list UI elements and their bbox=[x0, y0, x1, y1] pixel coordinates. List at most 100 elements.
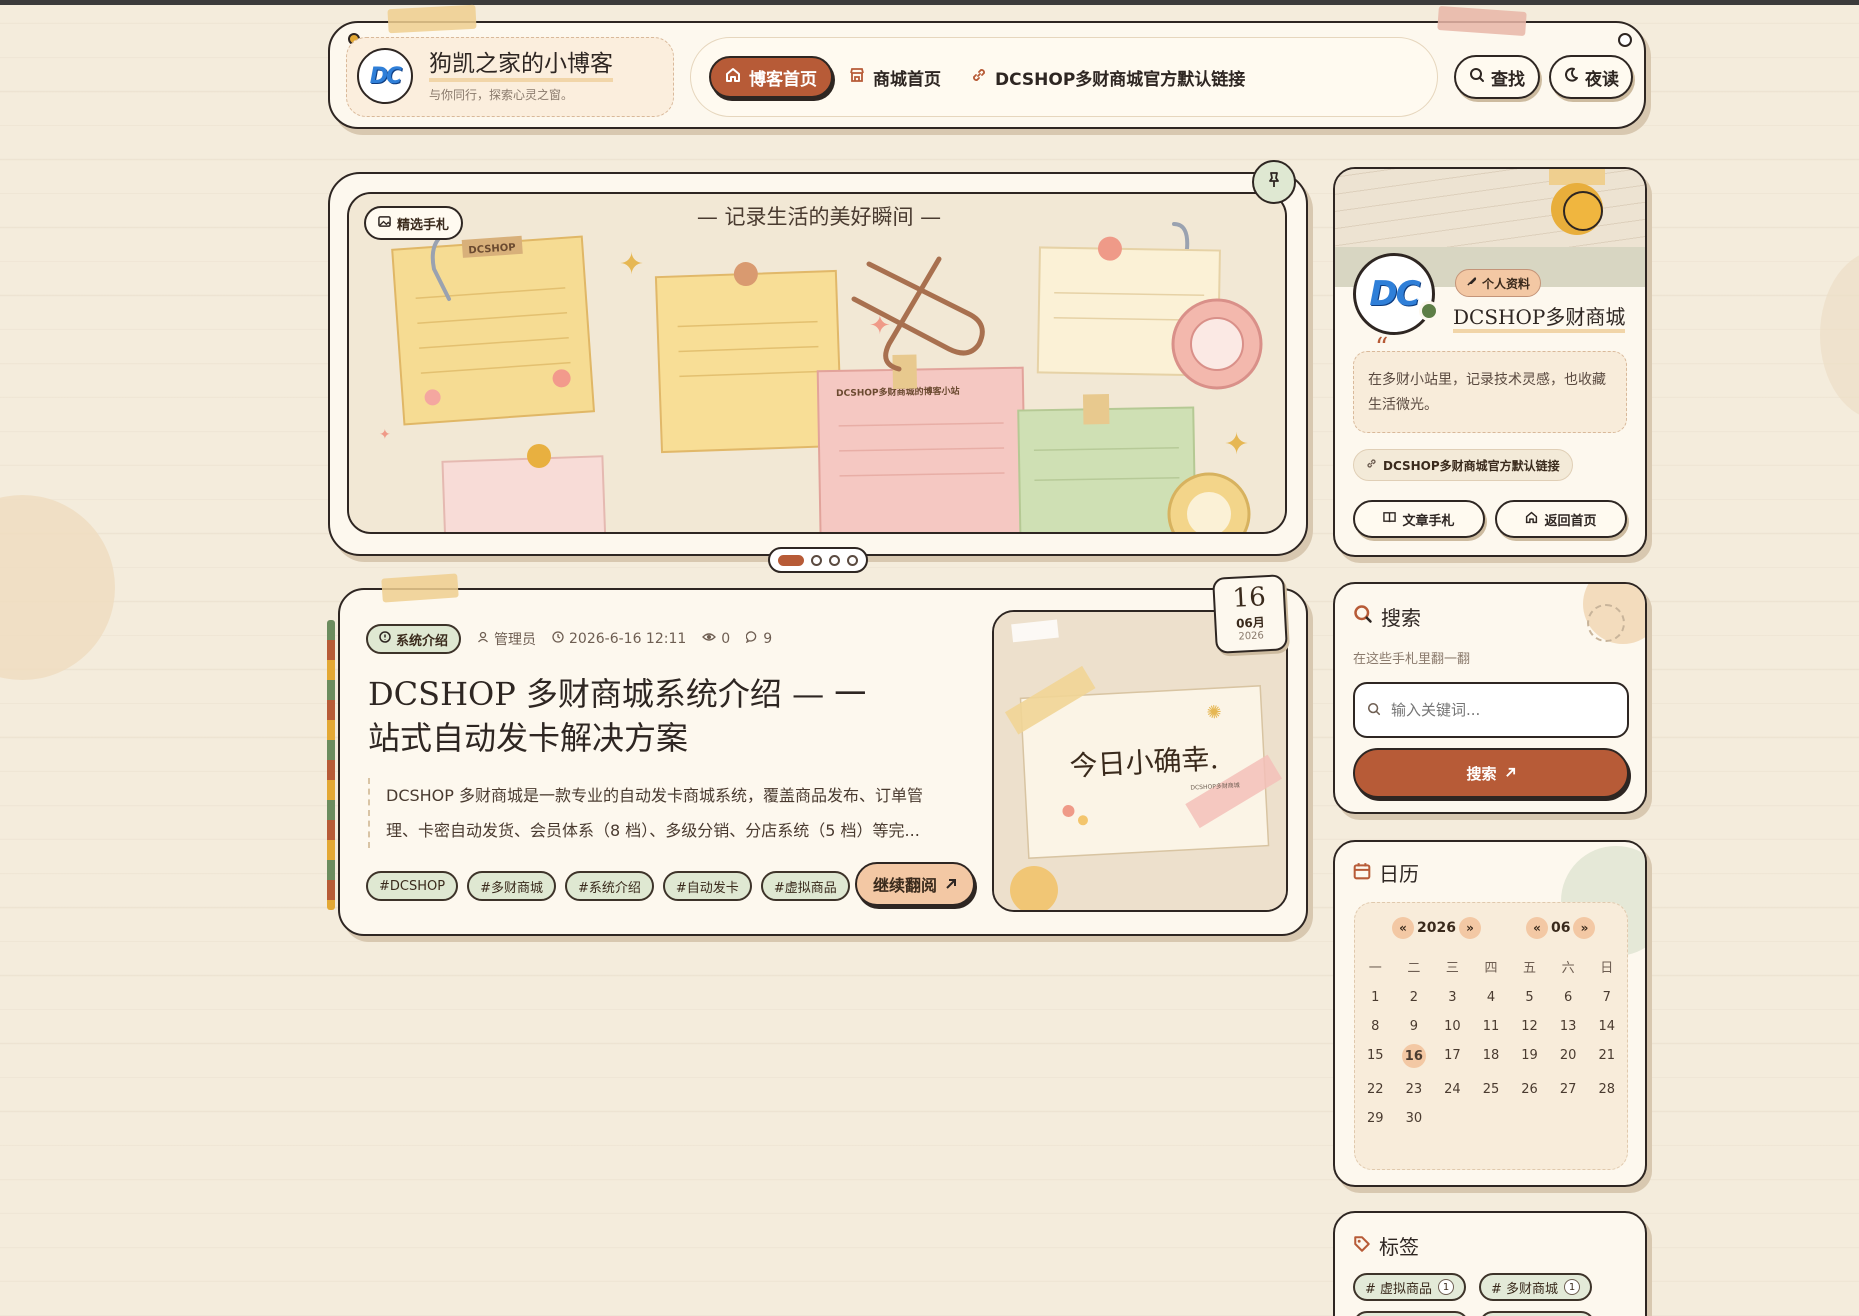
calendar-day[interactable]: 19 bbox=[1510, 1048, 1549, 1068]
svg-text:✺: ✺ bbox=[1206, 702, 1222, 724]
calendar-day[interactable]: 1 bbox=[1356, 990, 1395, 1005]
calendar-day[interactable]: 20 bbox=[1549, 1048, 1588, 1068]
calendar-day[interactable]: 17 bbox=[1433, 1048, 1472, 1068]
back-home-button[interactable]: 返回首页 bbox=[1495, 500, 1627, 538]
tag-icon bbox=[1353, 1234, 1371, 1258]
calendar-day-number: 19 bbox=[1521, 1048, 1538, 1063]
scrapbook-illustration: DCSHOP DCSHOP多财商城的博客小站 ✦ ✦ ✦ ✦ — 记录生活的美好… bbox=[349, 194, 1285, 532]
date-year: 2026 bbox=[1238, 630, 1265, 643]
post-title[interactable]: DCSHOP 多财商城系统介绍 — 一 站式自动发卡解决方案 bbox=[368, 672, 866, 760]
post-tag[interactable]: #虚拟商品 bbox=[760, 871, 850, 901]
site-brand[interactable]: DC 狗凯之家的小博客 与你同行，探索心灵之窗。 bbox=[346, 37, 674, 117]
read-more-label: 继续翻阅 bbox=[873, 876, 938, 895]
calendar-day[interactable]: 23 bbox=[1395, 1082, 1434, 1097]
calendar-day[interactable]: 24 bbox=[1433, 1082, 1472, 1097]
comment-icon bbox=[745, 631, 758, 647]
profile-card: DC 个人资料 DCSHOP多财商城 “ 在多财小站里，记录技术灵感，也收藏 生… bbox=[1333, 167, 1647, 557]
calendar-day-number: 8 bbox=[1371, 1019, 1380, 1034]
calendar-day[interactable]: 13 bbox=[1549, 1019, 1588, 1034]
calendar-day-number: 28 bbox=[1598, 1082, 1615, 1097]
slider-dot[interactable] bbox=[811, 554, 822, 566]
nav-store-home[interactable]: 商城首页 bbox=[835, 56, 955, 98]
calendar-day[interactable]: 2 bbox=[1395, 990, 1434, 1005]
articles-button[interactable]: 文章手札 bbox=[1353, 500, 1485, 538]
calendar-day[interactable]: 25 bbox=[1472, 1082, 1511, 1097]
calendar-day[interactable]: 5 bbox=[1510, 990, 1549, 1005]
calendar-today: 16 bbox=[1401, 1044, 1426, 1068]
post-datetime: 2026-6-16 12:11 bbox=[552, 631, 686, 647]
calendar-day[interactable]: 7 bbox=[1587, 990, 1626, 1005]
calendar-day[interactable]: 18 bbox=[1472, 1048, 1511, 1068]
featured-slider: DCSHOP DCSHOP多财商城的博客小站 ✦ ✦ ✦ ✦ — 记录生活的美好… bbox=[328, 160, 1308, 556]
post-tag[interactable]: #自动发卡 bbox=[662, 871, 752, 901]
prev-month-button[interactable]: « bbox=[1526, 917, 1548, 939]
calendar-day[interactable]: 22 bbox=[1356, 1082, 1395, 1097]
post-tag[interactable]: #系统介绍 bbox=[565, 871, 654, 901]
tag-pill[interactable]: # 虚拟商品 1 bbox=[1353, 1273, 1467, 1301]
profile-avatar[interactable]: DC bbox=[1353, 253, 1435, 335]
next-year-button[interactable]: » bbox=[1458, 917, 1481, 939]
calendar-day[interactable]: 6 bbox=[1549, 990, 1588, 1005]
post-tag[interactable]: #多财商城 bbox=[467, 871, 556, 901]
calendar-day[interactable]: 8 bbox=[1356, 1019, 1395, 1034]
calendar-day[interactable]: 15 bbox=[1356, 1048, 1395, 1068]
tag-count: 1 bbox=[1438, 1279, 1455, 1295]
calendar-weekday: 日 bbox=[1600, 961, 1614, 976]
calendar-day[interactable]: 26 bbox=[1510, 1082, 1549, 1097]
slider-dot[interactable] bbox=[847, 554, 858, 566]
profile-badge: 个人资料 bbox=[1455, 269, 1542, 297]
tag-pill-partial[interactable] bbox=[1479, 1311, 1595, 1316]
calendar-day[interactable]: 12 bbox=[1510, 1019, 1549, 1034]
read-more-button[interactable]: 继续翻阅 bbox=[855, 862, 976, 906]
nav-label: 商城首页 bbox=[873, 69, 941, 90]
article-card[interactable]: 系统介绍 管理员 2026-6-16 12:11 0 9 DCSHOP 多财商城… bbox=[338, 573, 1308, 936]
slider-dot[interactable] bbox=[778, 554, 804, 566]
calendar-day-number: 13 bbox=[1559, 1019, 1577, 1034]
search-button-label: 查找 bbox=[1491, 69, 1525, 90]
calendar-day[interactable]: 21 bbox=[1587, 1048, 1626, 1068]
pin-button[interactable] bbox=[1252, 160, 1296, 204]
info-icon bbox=[379, 631, 391, 647]
calendar-day[interactable]: 10 bbox=[1433, 1019, 1472, 1034]
calendar-weekday: 四 bbox=[1484, 961, 1498, 976]
calendar-day[interactable]: 14 bbox=[1587, 1019, 1626, 1034]
calendar-day-number: 9 bbox=[1409, 1019, 1418, 1034]
search-button[interactable]: 查找 bbox=[1454, 55, 1540, 99]
tag-pill-partial[interactable] bbox=[1353, 1311, 1469, 1316]
calendar-day[interactable]: 28 bbox=[1587, 1082, 1626, 1097]
next-month-button[interactable]: » bbox=[1573, 917, 1596, 939]
calendar-day[interactable]: 30 bbox=[1395, 1111, 1434, 1126]
slide-image[interactable]: DCSHOP DCSHOP多财商城的博客小站 ✦ ✦ ✦ ✦ — 记录生活的美好… bbox=[347, 192, 1287, 534]
slider-dot[interactable] bbox=[829, 554, 840, 566]
calendar-day-number: 24 bbox=[1444, 1082, 1461, 1097]
night-mode-toggle[interactable]: 夜读 bbox=[1549, 55, 1633, 99]
calendar-day[interactable]: 3 bbox=[1433, 990, 1472, 1005]
tags-widget: 标签 # 虚拟商品 1 # 多财商城 1 bbox=[1333, 1211, 1647, 1316]
thumbnail-illustration: 今日小确幸. DCSHOP多财商城 ✺ bbox=[994, 612, 1286, 910]
svg-text:✦: ✦ bbox=[619, 247, 644, 282]
calendar-day[interactable]: 29 bbox=[1356, 1111, 1395, 1126]
tag-pill[interactable]: # 多财商城 1 bbox=[1479, 1273, 1593, 1301]
post-comments: 9 bbox=[745, 631, 772, 647]
tag-count: 1 bbox=[1564, 1279, 1581, 1295]
nav-blog-home[interactable]: 博客首页 bbox=[709, 56, 833, 98]
calendar-day[interactable]: 4 bbox=[1472, 990, 1511, 1005]
calendar-day[interactable]: 11 bbox=[1472, 1019, 1511, 1034]
tape-decoration bbox=[381, 573, 459, 603]
category-badge[interactable]: 系统介绍 bbox=[366, 624, 462, 654]
search-submit-button[interactable]: 搜索 bbox=[1353, 748, 1629, 798]
nav-official-link[interactable]: DCSHOP多财商城官方默认链接 bbox=[957, 56, 1259, 98]
calendar-day[interactable]: 27 bbox=[1549, 1082, 1588, 1097]
profile-link[interactable]: DCSHOP多财商城官方默认链接 bbox=[1353, 449, 1573, 481]
decor-circle-left bbox=[0, 495, 115, 680]
prev-year-button[interactable]: « bbox=[1392, 917, 1414, 939]
post-tag[interactable]: #DCSHOP bbox=[366, 871, 459, 901]
post-thumbnail[interactable]: 今日小确幸. DCSHOP多财商城 ✺ bbox=[992, 610, 1288, 912]
search-input[interactable] bbox=[1391, 701, 1611, 719]
calendar-day[interactable]: 16 bbox=[1395, 1044, 1434, 1068]
calendar-day-number: 12 bbox=[1521, 1019, 1538, 1034]
calendar-weekday: 三 bbox=[1445, 961, 1459, 976]
nav-label: DCSHOP多财商城官方默认链接 bbox=[995, 69, 1246, 90]
calendar-day[interactable]: 9 bbox=[1395, 1019, 1434, 1034]
post-author: 管理员 bbox=[477, 629, 536, 649]
